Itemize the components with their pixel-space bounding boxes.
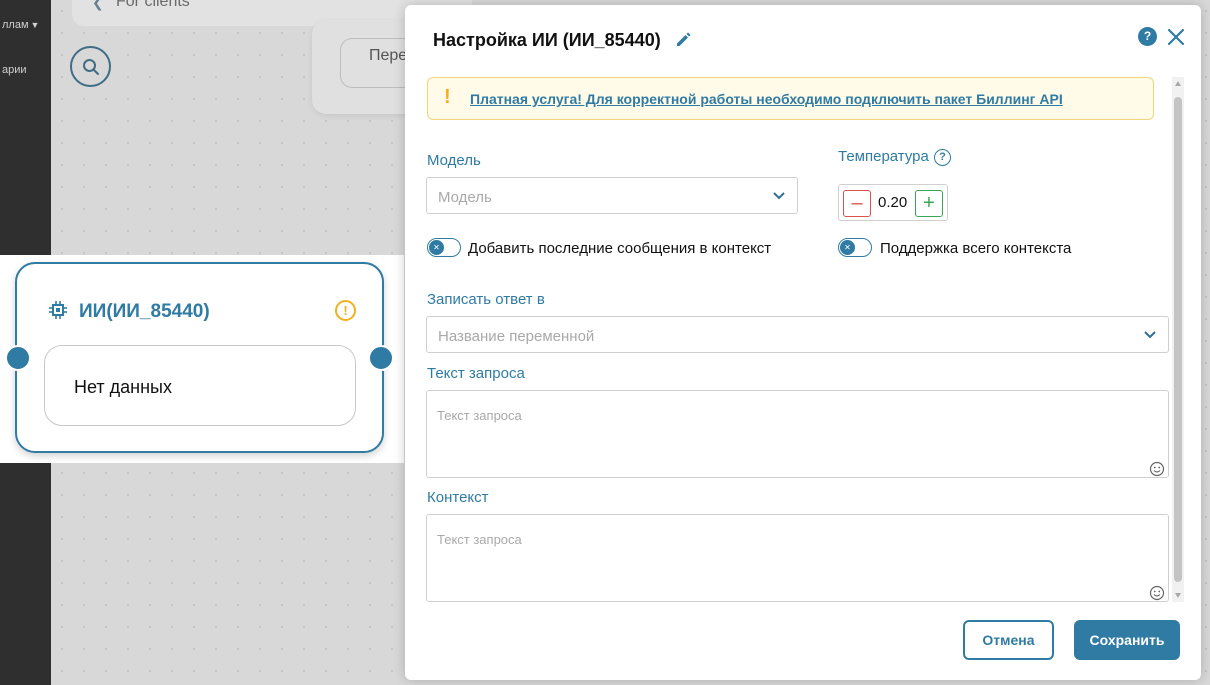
ai-node-highlight: ИИ(ИИ_85440) ! Нет данных — [0, 255, 404, 463]
ai-node-body-text: Нет данных — [74, 377, 172, 397]
modal-scrollbar[interactable] — [1172, 77, 1184, 602]
temperature-value[interactable]: 0.20 — [878, 194, 907, 211]
sidebar-item-2-label: арии — [2, 64, 27, 76]
pencil-icon[interactable] — [675, 30, 693, 48]
full-context-label: Поддержка всего контекста — [880, 240, 1072, 257]
chevron-down-icon — [1144, 331, 1156, 339]
temperature-decrease-button[interactable]: – — [843, 190, 871, 217]
ai-node-title: ИИ(ИИ_85440) — [79, 301, 210, 322]
save-to-label: Записать ответ в — [427, 291, 545, 308]
add-messages-toggle[interactable]: ✕ — [427, 238, 461, 257]
context-text-area[interactable]: Текст запроса — [426, 514, 1169, 602]
ai-node-body: Нет данных — [44, 345, 356, 426]
exclamation-icon: ! — [444, 86, 451, 108]
toggle-off-icon: ✕ — [429, 240, 444, 255]
chevron-down-icon — [773, 192, 785, 200]
toggle-off-icon: ✕ — [840, 240, 855, 255]
temperature-stepper: – 0.20 + — [838, 184, 948, 221]
context-placeholder: Текст запроса — [437, 532, 522, 547]
scroll-down-icon[interactable] — [1175, 593, 1181, 598]
emoji-icon[interactable] — [1149, 585, 1165, 601]
modal-title: Настройка ИИ (ИИ_85440) — [433, 30, 661, 50]
sidebar-item-1-label: ллам — [2, 19, 29, 31]
save-to-placeholder: Название переменной — [438, 328, 595, 345]
emoji-icon[interactable] — [1149, 461, 1165, 477]
save-button[interactable]: Сохранить — [1074, 620, 1180, 660]
model-placeholder: Модель — [438, 189, 492, 206]
help-icon[interactable]: ? — [1138, 27, 1157, 46]
chip-icon — [49, 301, 67, 319]
temperature-label: Температура — [838, 148, 929, 165]
request-text-label: Текст запроса — [427, 365, 525, 382]
add-messages-label: Добавить последние сообщения в контекст — [468, 240, 772, 257]
scroll-up-icon[interactable] — [1175, 81, 1181, 86]
output-port[interactable] — [368, 345, 394, 371]
background-node-text: Пере — [369, 47, 408, 64]
full-context-toggle[interactable]: ✕ — [838, 238, 872, 257]
temperature-help-icon[interactable]: ? — [934, 149, 951, 166]
paid-service-link[interactable]: Платная услуга! Для корректной работы не… — [470, 91, 1063, 107]
save-to-select[interactable]: Название переменной — [426, 316, 1169, 353]
context-label: Контекст — [427, 489, 489, 506]
close-icon[interactable] — [1166, 27, 1186, 47]
canvas-title: For clients — [116, 0, 190, 10]
ai-settings-modal: Настройка ИИ (ИИ_85440) ? ! Платная услу… — [405, 5, 1201, 680]
cancel-button[interactable]: Отмена — [963, 620, 1054, 660]
sidebar-item-2[interactable]: арии — [2, 64, 27, 76]
ai-node-card[interactable]: ИИ(ИИ_85440) ! Нет данных — [15, 262, 384, 453]
temperature-increase-button[interactable]: + — [915, 190, 943, 217]
request-text-area[interactable]: Текст запроса — [426, 390, 1169, 478]
model-select[interactable]: Модель — [426, 177, 798, 214]
warning-icon: ! — [335, 300, 356, 321]
paid-service-banner: ! Платная услуга! Для корректной работы … — [427, 77, 1154, 120]
canvas-search-button[interactable] — [70, 46, 111, 87]
scrollbar-thumb[interactable] — [1174, 97, 1182, 582]
caret-down-icon: ▼ — [30, 20, 40, 30]
back-arrow-icon[interactable]: ❮ — [92, 0, 104, 11]
sidebar-item-1[interactable]: ллам ▼ — [2, 19, 39, 31]
search-icon — [82, 58, 99, 75]
request-text-placeholder: Текст запроса — [437, 408, 522, 423]
input-port[interactable] — [5, 345, 31, 371]
model-label: Модель — [427, 152, 481, 169]
